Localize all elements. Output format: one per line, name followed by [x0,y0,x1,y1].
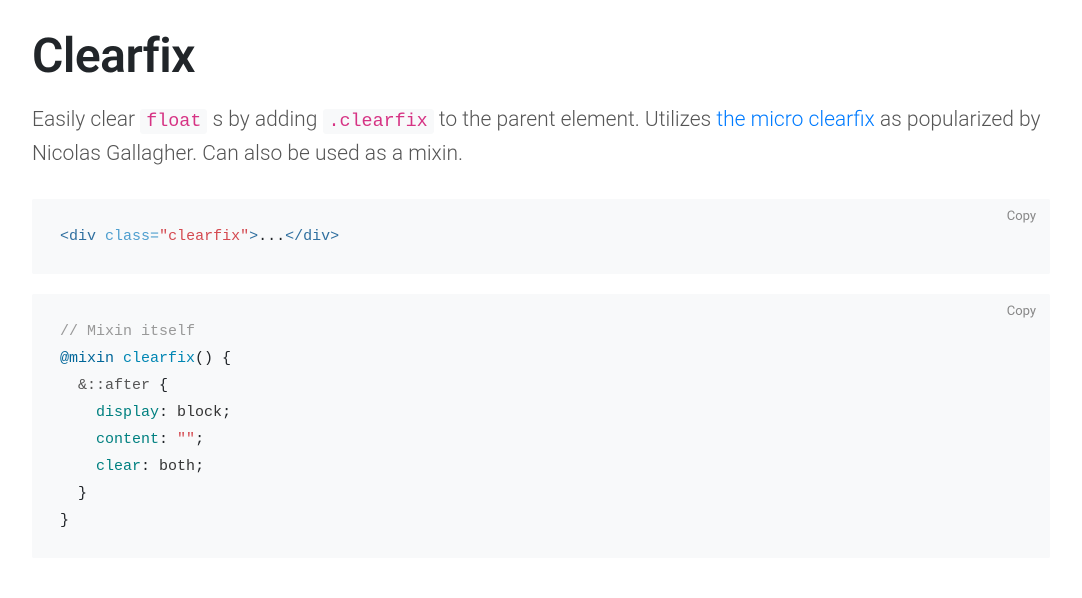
page-title: Clearfix [32,20,1050,92]
code-content: // Mixin itself @mixin clearfix() { &::a… [60,318,1022,534]
code-content: <div class="clearfix">...</div> [60,223,1022,250]
lead-text: s by adding [207,108,322,132]
micro-clearfix-link[interactable]: the micro clearfix [716,108,874,132]
lead-text: to the parent element. Utilizes [434,108,717,132]
lead-paragraph: Easily clear float s by adding .clearfix… [32,104,1050,171]
inline-code-clearfix: .clearfix [323,109,434,134]
code-example-scss: Copy // Mixin itself @mixin clearfix() {… [32,294,1050,558]
lead-text: Easily clear [32,108,140,132]
copy-button[interactable]: Copy [1007,209,1036,224]
inline-code-float: float [140,109,207,134]
code-example-html: Copy <div class="clearfix">...</div> [32,199,1050,274]
copy-button[interactable]: Copy [1007,304,1036,319]
